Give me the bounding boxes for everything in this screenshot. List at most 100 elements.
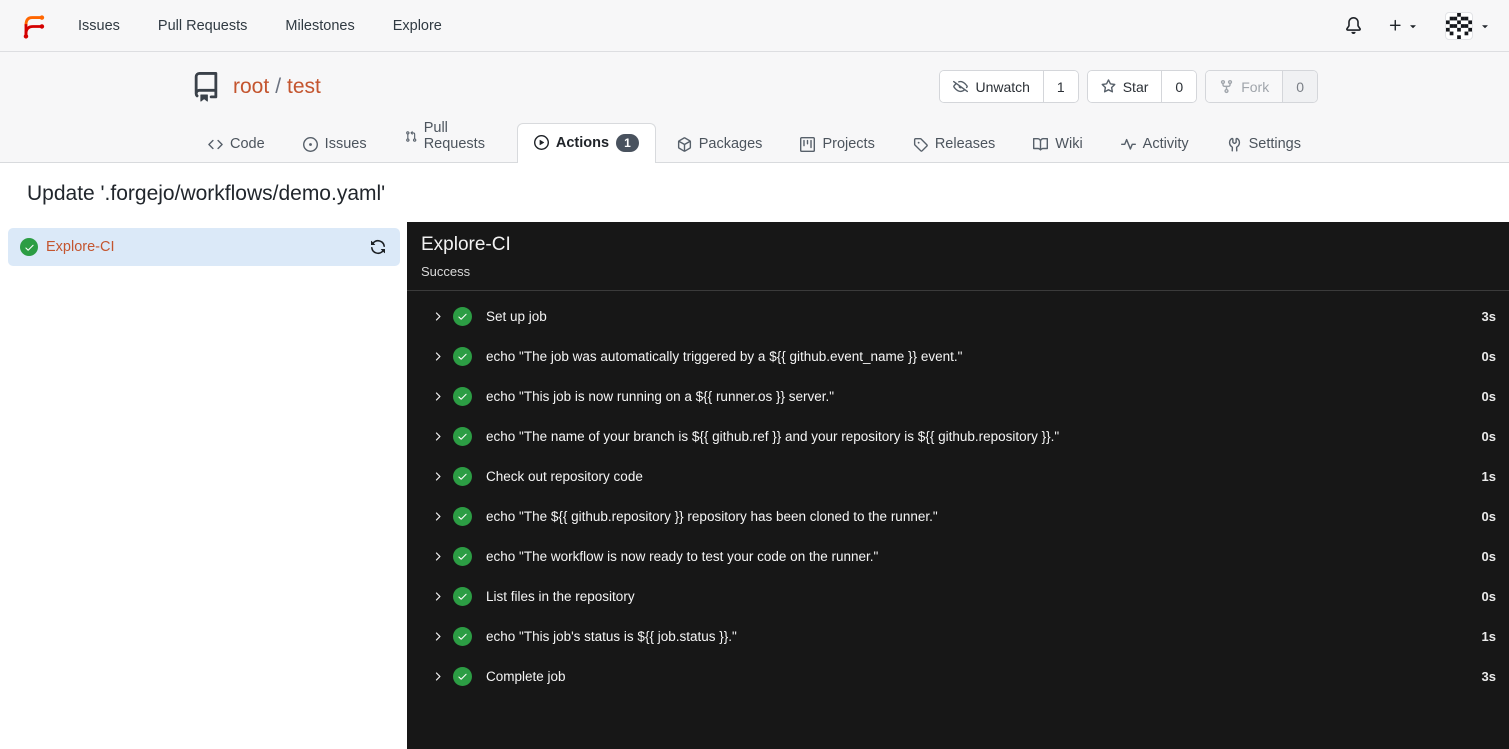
step-row[interactable]: echo "The workflow is now ready to test … xyxy=(407,536,1509,576)
step-success-check-icon xyxy=(453,386,472,406)
tab-actions[interactable]: Actions 1 xyxy=(516,122,656,163)
step-success-check-icon xyxy=(453,466,472,486)
panel-job-title: Explore-CI xyxy=(421,234,511,255)
step-row[interactable]: echo "The name of your branch is ${{ git… xyxy=(407,416,1509,456)
tab-packages[interactable]: Packages xyxy=(660,125,780,163)
repo-separator: / xyxy=(275,75,282,98)
step-row[interactable]: echo "The job was automatically triggere… xyxy=(407,336,1509,376)
step-row[interactable]: List files in the repository 0s xyxy=(407,576,1509,616)
user-menu[interactable] xyxy=(1445,11,1491,40)
tab-projects[interactable]: Projects xyxy=(783,125,891,163)
run-log-panel: Explore-CI Success Set up job 3s echo "T… xyxy=(407,222,1509,749)
jobs-sidebar: Explore-CI xyxy=(0,222,407,749)
step-name: Set up job xyxy=(486,308,547,324)
step-success-check-icon xyxy=(453,306,472,326)
eye-slash-icon xyxy=(953,80,969,93)
step-name: echo "This job's status is ${{ job.statu… xyxy=(486,628,737,644)
panel-job-status: Success xyxy=(421,264,471,279)
pulse-icon xyxy=(1120,138,1136,150)
step-duration: 3s xyxy=(1481,668,1496,684)
nav-link-milestones[interactable]: Milestones xyxy=(285,18,354,34)
step-duration: 0s xyxy=(1481,388,1496,404)
nav-link-pull-requests[interactable]: Pull Requests xyxy=(158,18,247,34)
nav-link-explore[interactable]: Explore xyxy=(393,18,442,34)
plus-icon xyxy=(1389,19,1401,31)
forgejo-logo-icon[interactable] xyxy=(18,11,48,41)
chevron-right-icon[interactable] xyxy=(431,630,444,643)
caret-down-icon xyxy=(1482,24,1488,28)
repo-action-buttons: Unwatch 1 Star 0 Fork 0 xyxy=(939,70,1318,103)
chevron-right-icon[interactable] xyxy=(431,590,444,603)
chevron-right-icon[interactable] xyxy=(431,470,444,483)
star-button[interactable]: Star xyxy=(1087,71,1162,102)
bell-icon[interactable] xyxy=(1345,17,1362,34)
job-name: Explore-CI xyxy=(46,239,115,255)
job-item-explore-ci[interactable]: Explore-CI xyxy=(8,228,400,266)
unwatch-button[interactable]: Unwatch xyxy=(940,71,1043,102)
chevron-right-icon[interactable] xyxy=(431,670,444,683)
step-duration: 0s xyxy=(1481,348,1496,364)
step-success-check-icon xyxy=(453,626,472,646)
chevron-right-icon[interactable] xyxy=(431,390,444,403)
step-success-check-icon xyxy=(453,426,472,446)
tab-issues[interactable]: Issues xyxy=(286,125,384,163)
chevron-right-icon[interactable] xyxy=(431,310,444,323)
chevron-right-icon[interactable] xyxy=(431,350,444,363)
fork-button: Fork xyxy=(1206,71,1283,102)
tools-icon xyxy=(1228,137,1240,152)
refresh-icon[interactable] xyxy=(370,239,386,255)
tag-icon xyxy=(913,137,928,152)
step-name: Check out repository code xyxy=(486,468,643,484)
project-icon xyxy=(800,136,816,152)
chevron-right-icon[interactable] xyxy=(431,510,444,523)
step-success-check-icon xyxy=(453,346,472,366)
step-name: echo "The ${{ github.repository }} repos… xyxy=(486,508,938,524)
chevron-right-icon[interactable] xyxy=(431,430,444,443)
repo-owner-link[interactable]: root xyxy=(233,75,269,98)
fork-button-group: Fork 0 xyxy=(1205,70,1318,103)
tab-settings[interactable]: Settings xyxy=(1210,125,1318,163)
step-row[interactable]: echo "This job's status is ${{ job.statu… xyxy=(407,616,1509,656)
step-row[interactable]: echo "The ${{ github.repository }} repos… xyxy=(407,496,1509,536)
watchers-count[interactable]: 1 xyxy=(1042,71,1078,102)
tab-wiki[interactable]: Wiki xyxy=(1016,125,1099,163)
star-button-group: Star 0 xyxy=(1086,70,1198,103)
issue-icon xyxy=(302,136,318,152)
tab-code[interactable]: Code xyxy=(191,125,282,163)
step-name: echo "This job is now running on a ${{ r… xyxy=(486,388,835,404)
step-row[interactable]: Complete job 3s xyxy=(407,656,1509,696)
run-title-band: Update '.forgejo/workflows/demo.yaml' xyxy=(0,163,1509,222)
navbar-links: Issues Pull Requests Milestones Explore xyxy=(78,18,442,34)
step-success-check-icon xyxy=(453,666,472,686)
chevron-right-icon[interactable] xyxy=(431,550,444,563)
step-duration: 0s xyxy=(1481,508,1496,524)
job-success-check-icon xyxy=(20,238,38,256)
forks-count[interactable]: 0 xyxy=(1282,71,1317,102)
tab-pull-requests[interactable]: Pull Requests xyxy=(388,109,513,163)
run-panel-header: Explore-CI Success xyxy=(407,222,1509,291)
top-navbar: Issues Pull Requests Milestones Explore xyxy=(0,0,1509,52)
code-icon xyxy=(208,139,223,149)
step-name: echo "The name of your branch is ${{ git… xyxy=(486,428,1060,444)
tab-activity[interactable]: Activity xyxy=(1104,125,1206,163)
tab-releases[interactable]: Releases xyxy=(896,125,1012,163)
step-duration: 1s xyxy=(1481,628,1496,644)
fork-icon xyxy=(1221,79,1233,94)
step-row[interactable]: echo "This job is now running on a ${{ r… xyxy=(407,376,1509,416)
step-success-check-icon xyxy=(453,546,472,566)
nav-link-issues[interactable]: Issues xyxy=(78,18,120,34)
steps-list: Set up job 3s echo "The job was automati… xyxy=(407,291,1509,696)
create-new-button[interactable] xyxy=(1388,18,1419,33)
step-row[interactable]: Check out repository code 1s xyxy=(407,456,1509,496)
step-name: List files in the repository xyxy=(486,588,635,604)
step-duration: 0s xyxy=(1481,548,1496,564)
step-duration: 0s xyxy=(1481,428,1496,444)
repo-name-link[interactable]: test xyxy=(287,75,321,98)
repo-header: root / test Unwatch 1 Star 0 Fork 0 Code… xyxy=(0,52,1509,163)
step-name: Complete job xyxy=(486,668,566,684)
step-duration: 0s xyxy=(1481,588,1496,604)
package-icon xyxy=(677,136,691,152)
stars-count[interactable]: 0 xyxy=(1161,71,1197,102)
avatar-identicon[interactable] xyxy=(1445,11,1473,40)
step-row[interactable]: Set up job 3s xyxy=(407,296,1509,336)
